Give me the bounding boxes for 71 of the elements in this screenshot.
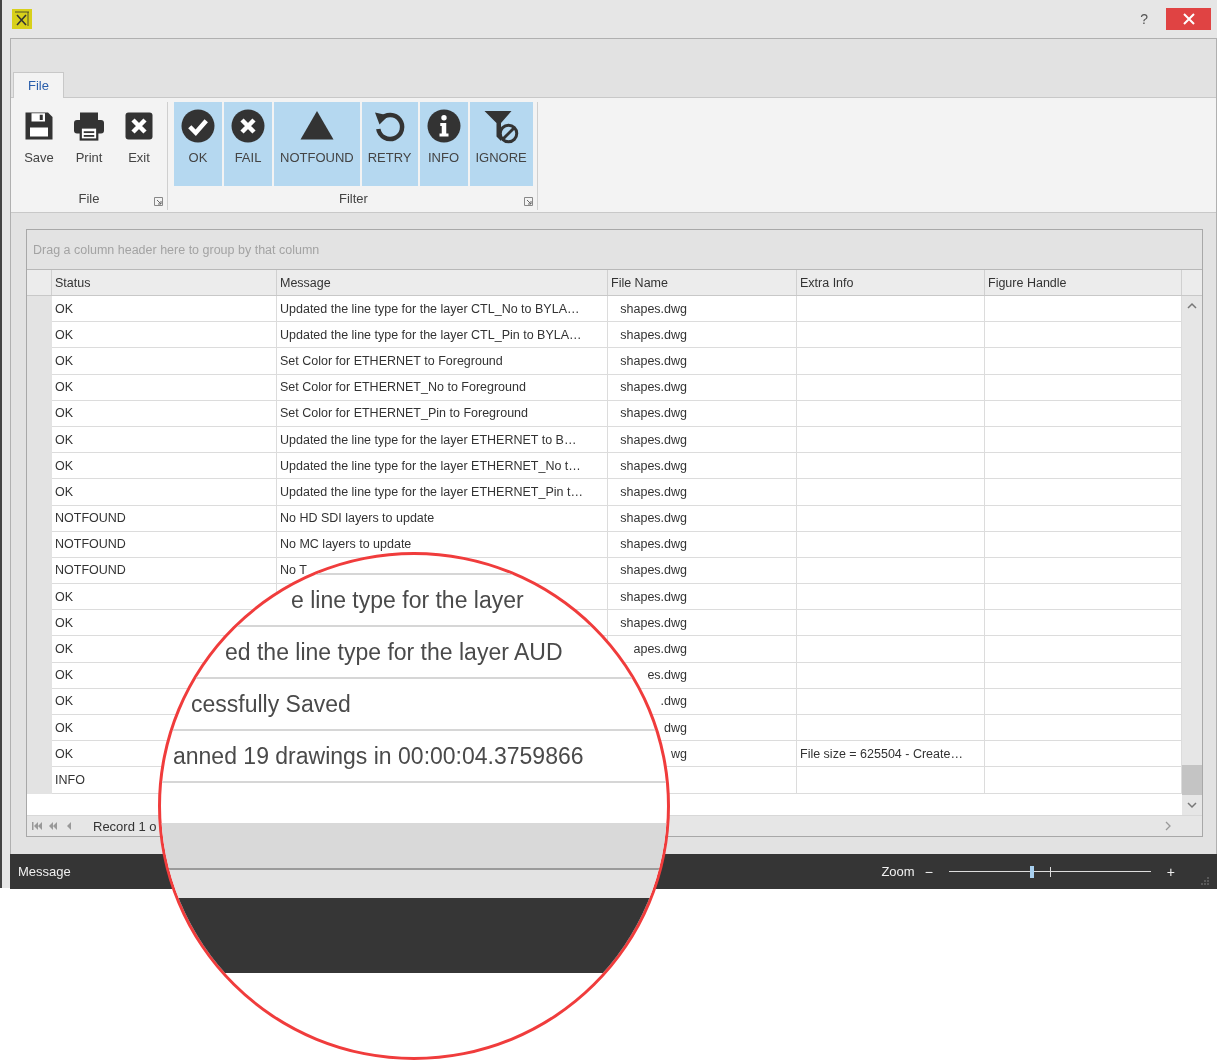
table-cell: Updated the line type for the layer CTL_No to BYLA… xyxy=(277,296,608,323)
ribbon-button[interactable]: Exit xyxy=(115,102,163,187)
table-cell: Updated the line type for the layer ETHERNET to B… xyxy=(277,426,608,454)
ribbon-button[interactable]: FAIL xyxy=(224,102,272,187)
close-icon xyxy=(1182,13,1195,25)
column-header[interactable]: Figure Handle xyxy=(985,270,1182,295)
table-cell: OK xyxy=(52,374,277,401)
table-cell: shapes.dwg xyxy=(608,479,797,506)
status-message: Message xyxy=(18,864,71,879)
table-cell: Updated the line type for the layer CTL_Pin to BYLA… xyxy=(277,322,608,349)
resize-grip-icon[interactable] xyxy=(1201,877,1209,885)
row-indicator[interactable] xyxy=(27,296,52,323)
table-cell: Set Color for ETHERNET to Foreground xyxy=(277,348,608,375)
x-circle-icon xyxy=(230,108,266,144)
group-title: Filter xyxy=(338,190,368,206)
column-header[interactable]: Message xyxy=(277,270,608,295)
column-header[interactable]: File Name xyxy=(608,270,797,295)
filter-blocked-icon xyxy=(483,108,520,144)
table-cell: OK xyxy=(52,426,277,454)
table-cell: shapes.dwg xyxy=(608,505,797,532)
first-record-icon[interactable] xyxy=(31,821,43,831)
table-cell: shapes.dwg xyxy=(608,322,797,349)
column-header[interactable]: Extra Info xyxy=(797,270,985,295)
slider-thumb[interactable] xyxy=(1029,865,1034,878)
table-cell: Set Color for ETHERNET_Pin to Foreground xyxy=(277,400,608,427)
table-cell: shapes.dwg xyxy=(608,453,797,480)
ribbon-button[interactable]: IGNORE xyxy=(469,102,533,187)
zoom-out-button[interactable]: − xyxy=(922,863,935,880)
table-cell: shapes.dwg xyxy=(608,400,797,427)
ribbon-button[interactable]: INFO xyxy=(419,102,468,187)
ribbon-button[interactable]: OK xyxy=(174,102,222,187)
zoom-in-button[interactable]: + xyxy=(1164,863,1177,880)
table-cell: OK xyxy=(52,400,277,427)
app-icon xyxy=(12,9,32,29)
dialog-launcher-icon[interactable] xyxy=(154,197,163,206)
table-cell: OK xyxy=(52,453,277,480)
table-cell: OK xyxy=(52,479,277,506)
ribbon-button[interactable]: Save xyxy=(15,102,63,187)
help-button[interactable]: ? xyxy=(1140,11,1148,27)
table-cell: shapes.dwg xyxy=(608,426,797,454)
magnified-text: e line type for the layer xyxy=(291,586,524,614)
group-panel-hint: Drag a column header here to group by that column xyxy=(33,242,320,257)
ribbon-tab[interactable]: File xyxy=(13,72,64,98)
table-cell: OK xyxy=(52,322,277,349)
group-title: File xyxy=(78,190,100,206)
table-cell: OK xyxy=(52,348,277,375)
table-cell: shapes.dwg xyxy=(608,348,797,375)
row-indicator[interactable] xyxy=(27,767,52,794)
table-cell: Updated the line type for the layer ETHERNET_Pin t… xyxy=(277,479,608,506)
record-counter: Record 1 o xyxy=(93,818,157,834)
dialog-launcher-icon[interactable] xyxy=(523,197,533,206)
check-circle-icon xyxy=(180,108,216,144)
info-icon xyxy=(425,108,462,144)
table-cell: File size = 625504 - Create… xyxy=(797,741,985,768)
previous-page-icon[interactable] xyxy=(47,821,59,831)
table-cell: shapes.dwg xyxy=(608,531,797,558)
table-cell: No HD SDI layers to update xyxy=(277,505,608,532)
table-cell: Set Color for ETHERNET_No to Foreground xyxy=(277,374,608,401)
table-cell: NOTFOUND xyxy=(52,505,277,532)
table-cell: OK xyxy=(52,296,277,323)
ribbon-button[interactable]: Print xyxy=(65,102,113,187)
scrollbar-thumb[interactable] xyxy=(1182,765,1202,795)
table-cell: shapes.dwg xyxy=(608,374,797,401)
column-header[interactable]: Status xyxy=(52,270,277,295)
scroll-down-icon[interactable] xyxy=(1186,799,1198,811)
close-button[interactable] xyxy=(1166,8,1211,30)
table-cell: shapes.dwg xyxy=(608,296,797,323)
ribbon-button[interactable]: NOTFOUND xyxy=(274,102,360,187)
table-cell: Updated the line type for the layer ETHERNET_No t… xyxy=(277,453,608,480)
ribbon-button[interactable]: RETRY xyxy=(361,102,418,187)
zoom-label: Zoom xyxy=(881,864,915,879)
